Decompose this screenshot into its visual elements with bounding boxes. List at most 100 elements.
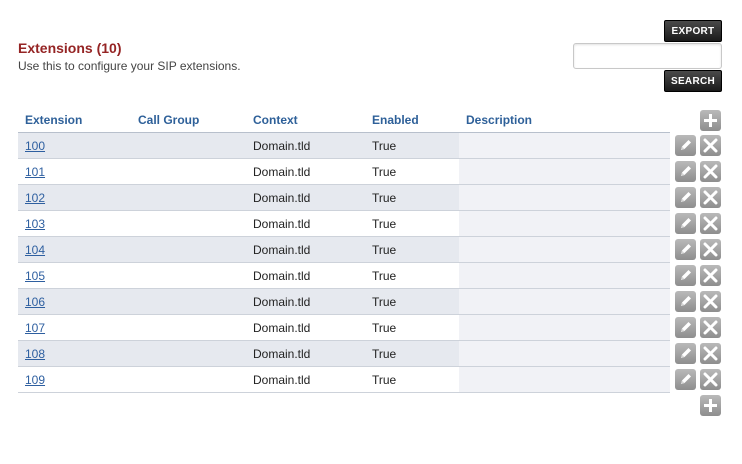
extension-link[interactable]: 106: [25, 295, 45, 309]
description-cell: [459, 159, 670, 184]
extension-cell: 104: [25, 243, 45, 257]
edit-extension-button[interactable]: [675, 239, 696, 260]
close-icon: [703, 320, 718, 335]
close-icon: [703, 346, 718, 361]
edit-extension-button[interactable]: [675, 135, 696, 156]
description-cell: [459, 237, 670, 262]
extension-cell: 109: [25, 373, 45, 387]
table-row: 106 Domain.tld True: [18, 289, 670, 315]
plus-icon: [703, 398, 718, 413]
column-header-call-group[interactable]: Call Group: [138, 113, 199, 127]
table-row: 109 Domain.tld True: [18, 367, 670, 393]
enabled-cell: True: [372, 269, 397, 283]
enabled-cell: True: [372, 373, 397, 387]
context-cell: Domain.tld: [253, 139, 311, 153]
add-extension-button-bottom[interactable]: [700, 395, 721, 416]
extension-link[interactable]: 108: [25, 347, 45, 361]
extension-link[interactable]: 104: [25, 243, 45, 257]
extension-cell: 100: [25, 139, 45, 153]
close-icon: [703, 294, 718, 309]
extensions-table: Extension Call Group Context Enabled Des…: [18, 106, 670, 393]
edit-extension-button[interactable]: [675, 213, 696, 234]
delete-extension-button[interactable]: [700, 213, 721, 234]
edit-extension-button[interactable]: [675, 187, 696, 208]
context-cell: Domain.tld: [253, 373, 311, 387]
extension-link[interactable]: 102: [25, 191, 45, 205]
delete-extension-button[interactable]: [700, 317, 721, 338]
enabled-cell: True: [372, 321, 397, 335]
extension-cell: 102: [25, 191, 45, 205]
page-title: Extensions (10): [18, 40, 122, 56]
enabled-cell: True: [372, 191, 397, 205]
table-row: 108 Domain.tld True: [18, 341, 670, 367]
edit-extension-button[interactable]: [675, 265, 696, 286]
table-row: 102 Domain.tld True: [18, 185, 670, 211]
extension-cell: 108: [25, 347, 45, 361]
table-row: 105 Domain.tld True: [18, 263, 670, 289]
pencil-icon: [678, 268, 693, 283]
delete-extension-button[interactable]: [700, 343, 721, 364]
table-row: 100 Domain.tld True: [18, 133, 670, 159]
description-cell: [459, 289, 670, 314]
context-cell: Domain.tld: [253, 165, 311, 179]
pencil-icon: [678, 164, 693, 179]
delete-extension-button[interactable]: [700, 265, 721, 286]
enabled-cell: True: [372, 347, 397, 361]
table-body: 100 Domain.tld True 101 Domain.tld True 102 Dom…: [18, 133, 670, 393]
delete-extension-button[interactable]: [700, 239, 721, 260]
close-icon: [703, 164, 718, 179]
edit-extension-button[interactable]: [675, 317, 696, 338]
pencil-icon: [678, 346, 693, 361]
plus-icon: [703, 113, 718, 128]
delete-extension-button[interactable]: [700, 161, 721, 182]
enabled-cell: True: [372, 217, 397, 231]
delete-extension-button[interactable]: [700, 291, 721, 312]
delete-extension-button[interactable]: [700, 135, 721, 156]
close-icon: [703, 138, 718, 153]
search-input[interactable]: [573, 43, 722, 69]
column-header-context[interactable]: Context: [253, 113, 298, 127]
edit-extension-button[interactable]: [675, 369, 696, 390]
pencil-icon: [678, 320, 693, 335]
extension-cell: 106: [25, 295, 45, 309]
extension-link[interactable]: 107: [25, 321, 45, 335]
add-extension-button-top[interactable]: [700, 110, 721, 131]
search-button[interactable]: SEARCH: [664, 70, 722, 92]
edit-extension-button[interactable]: [675, 343, 696, 364]
extension-cell: 107: [25, 321, 45, 335]
description-cell: [459, 341, 670, 366]
page-subtitle: Use this to configure your SIP extension…: [18, 59, 241, 73]
table-row: 101 Domain.tld True: [18, 159, 670, 185]
description-cell: [459, 211, 670, 236]
pencil-icon: [678, 190, 693, 205]
extension-cell: 103: [25, 217, 45, 231]
pencil-icon: [678, 242, 693, 257]
extension-link[interactable]: 103: [25, 217, 45, 231]
extension-link[interactable]: 105: [25, 269, 45, 283]
edit-extension-button[interactable]: [675, 291, 696, 312]
table-row: 107 Domain.tld True: [18, 315, 670, 341]
extension-cell: 101: [25, 165, 45, 179]
close-icon: [703, 190, 718, 205]
enabled-cell: True: [372, 165, 397, 179]
enabled-cell: True: [372, 243, 397, 257]
delete-extension-button[interactable]: [700, 187, 721, 208]
pencil-icon: [678, 372, 693, 387]
column-header-extension[interactable]: Extension: [25, 113, 82, 127]
extension-link[interactable]: 101: [25, 165, 45, 179]
extension-link[interactable]: 109: [25, 373, 45, 387]
context-cell: Domain.tld: [253, 295, 311, 309]
edit-extension-button[interactable]: [675, 161, 696, 182]
column-header-enabled[interactable]: Enabled: [372, 113, 419, 127]
context-cell: Domain.tld: [253, 243, 311, 257]
delete-extension-button[interactable]: [700, 369, 721, 390]
pencil-icon: [678, 138, 693, 153]
extension-cell: 105: [25, 269, 45, 283]
extension-link[interactable]: 100: [25, 139, 45, 153]
close-icon: [703, 372, 718, 387]
context-cell: Domain.tld: [253, 269, 311, 283]
context-cell: Domain.tld: [253, 321, 311, 335]
export-button[interactable]: EXPORT: [664, 20, 722, 42]
pencil-icon: [678, 294, 693, 309]
column-header-description[interactable]: Description: [466, 113, 532, 127]
